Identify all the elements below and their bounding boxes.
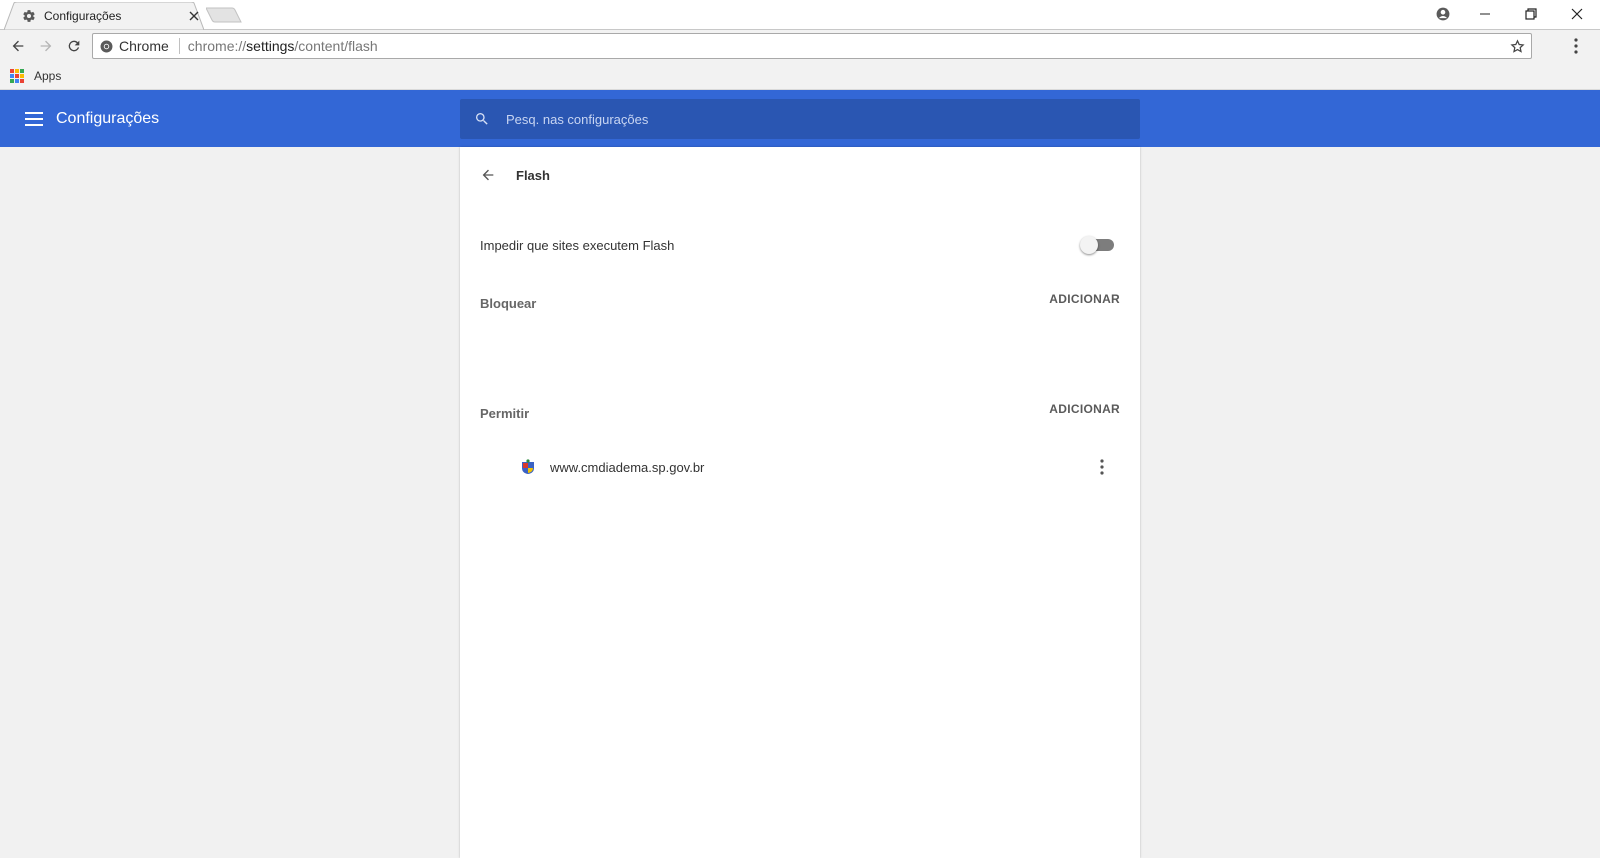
section-allow: Permitir ADICIONAR (460, 393, 1140, 433)
tab-settings[interactable]: Configurações (22, 2, 202, 30)
url-host: settings (246, 38, 295, 54)
section-title-allow: Permitir (480, 405, 530, 421)
back-button[interactable] (6, 34, 30, 58)
omnibox-divider (178, 38, 180, 54)
address-bar[interactable]: Chrome chrome://settings/content/flash (92, 33, 1532, 59)
reload-button[interactable] (62, 34, 86, 58)
url-prefix: chrome:// (187, 38, 247, 54)
menu-icon[interactable] (22, 107, 46, 131)
back-arrow-icon[interactable] (468, 155, 508, 195)
bookmark-apps[interactable]: Apps (10, 66, 61, 86)
list-item: www.cmdiadema.sp.gov.br (460, 443, 1140, 491)
section-block: Bloquear ADICIONAR (460, 283, 1140, 323)
window-controls (1428, 0, 1600, 28)
page-title: Configurações (56, 110, 160, 127)
url-text[interactable]: chrome://settings/content/flash (188, 38, 1503, 54)
section-title-block: Bloquear (480, 295, 537, 311)
browser-menu-icon[interactable] (1564, 34, 1588, 58)
chrome-icon (100, 40, 113, 52)
site-info[interactable]: Chrome (93, 34, 177, 58)
subpage-title: Flash (516, 167, 550, 183)
tab-close-icon[interactable] (186, 8, 202, 24)
flash-toggle-label: Impedir que sites executem Flash (480, 237, 675, 253)
bookmark-star-icon[interactable] (1503, 34, 1531, 58)
url-path: /content/flash (294, 38, 378, 54)
tab-strip: Configurações (0, 0, 1600, 30)
add-allow-button[interactable]: ADICIONAR (1049, 396, 1120, 422)
new-tab-button[interactable] (206, 7, 242, 23)
apps-grid-icon (10, 69, 24, 83)
bookmarks-bar: Apps (0, 62, 1600, 90)
browser-toolbar: Chrome chrome://settings/content/flash (0, 30, 1600, 62)
bookmark-apps-label: Apps (34, 69, 62, 83)
settings-toolbar: Configurações (0, 90, 1600, 147)
subpage-header: Flash (460, 147, 1140, 203)
forward-button[interactable] (34, 34, 58, 58)
add-block-button[interactable]: ADICIONAR (1049, 286, 1120, 312)
more-actions-icon[interactable] (1082, 447, 1122, 487)
settings-card: Flash Impedir que sites executem Flash B… (460, 147, 1140, 858)
toggle-knob (1080, 236, 1098, 254)
gear-icon (22, 9, 36, 23)
flash-toggle[interactable] (1080, 235, 1116, 255)
profile-icon[interactable] (1428, 0, 1458, 28)
minimize-icon[interactable] (1462, 0, 1508, 28)
search-input[interactable] (502, 99, 1140, 139)
site-url: www.cmdiadema.sp.gov.br (550, 459, 705, 475)
flash-toggle-row: Impedir que sites executem Flash (460, 221, 1140, 269)
search-icon (462, 99, 502, 139)
site-favicon-icon (520, 459, 536, 475)
settings-search[interactable] (460, 99, 1140, 139)
close-window-icon[interactable] (1554, 0, 1600, 28)
restore-icon[interactable] (1508, 0, 1554, 28)
tab-title: Configurações (44, 9, 122, 23)
omnibox-chip: Chrome (119, 38, 169, 54)
